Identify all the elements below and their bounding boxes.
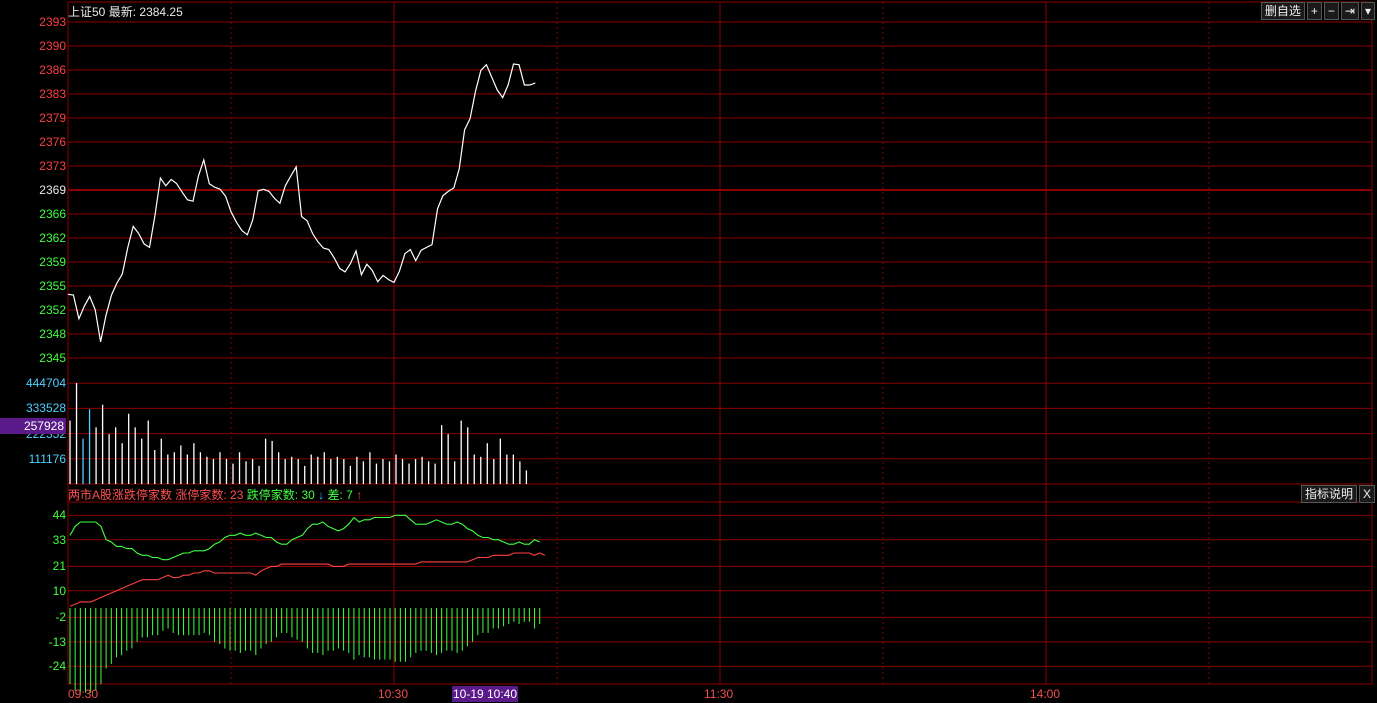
breadth-tick-label: 44 bbox=[52, 508, 66, 523]
price-tick-label: 2369 bbox=[39, 183, 66, 197]
zoom-in-button[interactable]: + bbox=[1306, 2, 1322, 20]
price-tick-label: 2390 bbox=[39, 39, 66, 53]
breadth-tick-label: -13 bbox=[48, 634, 66, 649]
volume-tick-label: 444704 bbox=[25, 376, 66, 391]
diff-value: 7 bbox=[346, 488, 353, 502]
indicator-explain-button[interactable]: 指标说明 bbox=[1300, 485, 1357, 503]
breadth-tick-label: 33 bbox=[52, 532, 66, 547]
price-tick-label: 2376 bbox=[39, 135, 66, 149]
price-line bbox=[67, 63, 536, 343]
time-tick-label: 14:00 bbox=[1030, 687, 1061, 701]
limit-down-label: 跌停家数: bbox=[246, 488, 299, 502]
price-tick-label: 2383 bbox=[39, 87, 66, 101]
breadth-tick-label: -24 bbox=[48, 659, 66, 674]
price-tick-label: 2345 bbox=[39, 351, 66, 365]
price-tick-label: 2362 bbox=[39, 231, 66, 245]
limit-down-line bbox=[69, 514, 540, 561]
latest-value: 2384.25 bbox=[139, 5, 183, 19]
volume-tick-label: 111176 bbox=[28, 451, 66, 466]
breadth-tick-label: -2 bbox=[55, 610, 66, 625]
toolbar: 删自选 + − ⇥ ▾ bbox=[1260, 2, 1375, 20]
diff-label: 差: bbox=[327, 488, 343, 502]
cursor-volume-label: 257928 bbox=[0, 418, 66, 434]
time-tick-label: 10:30 bbox=[378, 687, 409, 701]
index-name: 上证50 bbox=[68, 5, 106, 19]
limit-down-value: 30 bbox=[301, 488, 315, 502]
go-end-button[interactable]: ⇥ bbox=[1340, 2, 1359, 20]
price-tick-label: 2379 bbox=[39, 111, 66, 125]
latest-label: 最新: bbox=[108, 5, 137, 19]
limit-up-value: 23 bbox=[230, 488, 244, 502]
price-tick-label: 2352 bbox=[39, 303, 66, 317]
menu-dropdown-button[interactable]: ▾ bbox=[1360, 2, 1375, 20]
price-tick-label: 2359 bbox=[39, 255, 66, 269]
close-indicator-button[interactable]: X bbox=[1358, 485, 1375, 503]
price-tick-label: 2373 bbox=[39, 159, 66, 173]
chart-canvas bbox=[67, 1, 1373, 693]
zoom-out-button[interactable]: − bbox=[1323, 2, 1339, 20]
breadth-tick-label: 21 bbox=[52, 559, 66, 574]
down-arrow-icon: ↓ bbox=[318, 488, 325, 502]
breadth-legend: 两市A股涨跌停家数 涨停家数: 23 跌停家数: 30 ↓ 差: 7 ↑ bbox=[68, 486, 362, 503]
time-tick-label: 09:30 bbox=[68, 687, 99, 701]
indicator-toolbar: 指标说明 X bbox=[1300, 485, 1375, 503]
price-tick-label: 2366 bbox=[39, 207, 66, 221]
price-tick-label: 2355 bbox=[39, 279, 66, 293]
breadth-title: 两市A股涨跌停家数 bbox=[68, 488, 173, 502]
limit-up-line bbox=[69, 552, 546, 607]
chart-stage: 上证50 最新: 2384.25 删自选 + − ⇥ ▾ 2393 2390 238… bbox=[0, 0, 1377, 703]
chart-title: 上证50 最新: 2384.25 bbox=[68, 3, 183, 20]
cursor-time-label: 10-19 10:40 bbox=[452, 686, 518, 702]
price-tick-label: 2348 bbox=[39, 327, 66, 341]
limit-up-label: 涨停家数: bbox=[175, 488, 227, 502]
breadth-tick-label: 10 bbox=[52, 583, 66, 598]
price-tick-label: 2386 bbox=[39, 63, 66, 77]
delete-watchlist-button[interactable]: 删自选 bbox=[1260, 2, 1305, 20]
up-arrow-icon: ↑ bbox=[356, 488, 363, 502]
time-tick-label: 11:30 bbox=[704, 687, 734, 701]
price-tick-label: 2393 bbox=[39, 15, 66, 29]
volume-tick-label: 333528 bbox=[25, 401, 66, 416]
